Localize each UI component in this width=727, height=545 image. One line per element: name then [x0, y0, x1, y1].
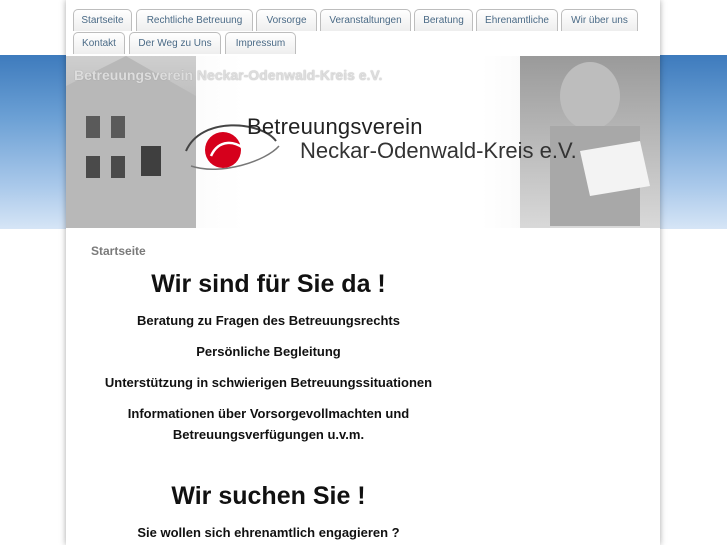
service-item-1: Beratung zu Fragen des Betreuungsrechts [137, 313, 400, 328]
tab-rechtliche-betreuung[interactable]: Rechtliche Betreuung [136, 9, 253, 31]
tab-beratung[interactable]: Beratung [414, 9, 473, 31]
headline-wir-suchen-sie: Wir suchen Sie ! [171, 482, 366, 510]
tab-der-weg-zu-uns[interactable]: Der Weg zu Uns [129, 32, 221, 54]
tab-vorsorge[interactable]: Vorsorge [256, 9, 317, 31]
service-item-3: Unterstützung in schwierigen Betreuungss… [104, 375, 433, 390]
page-container: Startseite Rechtliche Betreuung Vorsorge… [66, 0, 660, 545]
header-banner: Betreuungsverein Neckar-Odenwald-Kreis e… [66, 56, 660, 228]
tab-veranstaltungen[interactable]: Veranstaltungen [320, 9, 411, 31]
tab-impressum[interactable]: Impressum [225, 32, 296, 54]
tab-ehrenamtliche[interactable]: Ehrenamtliche [476, 9, 558, 31]
breadcrumb: Startseite [91, 244, 146, 258]
service-item-2: Persönliche Begleitung [196, 344, 341, 359]
service-item-4: Informationen über Vorsorgevollmachten u… [127, 406, 410, 442]
tab-kontakt[interactable]: Kontakt [73, 32, 125, 54]
tab-startseite[interactable]: Startseite [73, 9, 132, 31]
logo-text-line2: Neckar-Odenwald-Kreis e.V. [300, 138, 577, 163]
tab-wir-ueber-uns[interactable]: Wir über uns [561, 9, 638, 31]
headline-wir-sind-da: Wir sind für Sie da ! [151, 270, 386, 298]
logo-text-line1: Betreuungsverein [247, 114, 423, 139]
volunteer-question: Sie wollen sich ehrenamtlich engagieren … [137, 525, 400, 540]
site-title: Betreuungsverein Neckar-Odenwald-Kreis e… [74, 67, 383, 83]
